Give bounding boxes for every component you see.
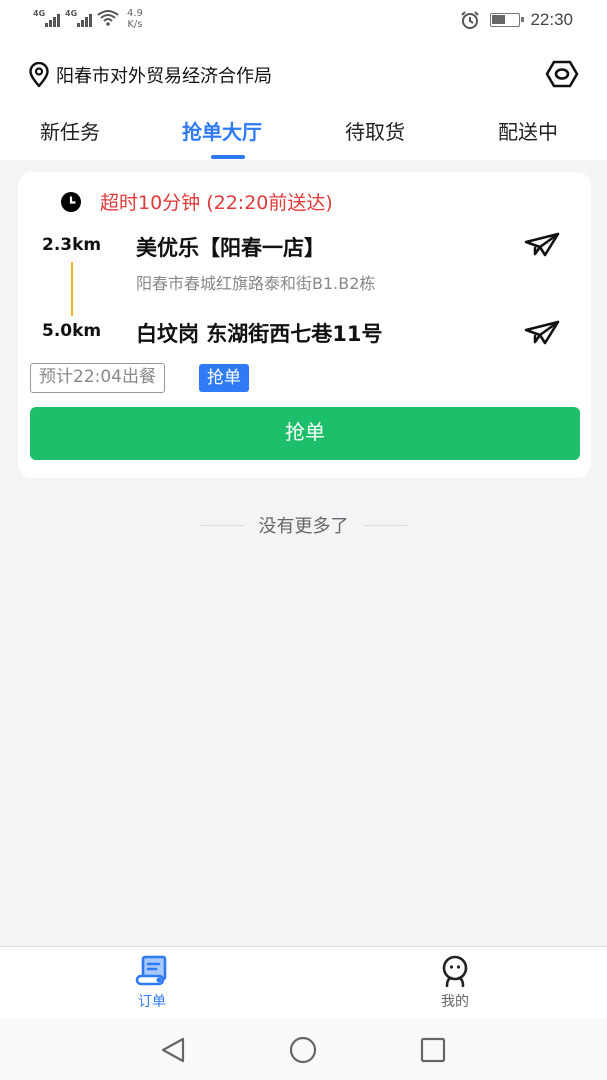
grab-order-tag: 抢单: [199, 364, 249, 392]
nav-profile[interactable]: 我的: [415, 955, 495, 1011]
wifi-icon: [97, 10, 119, 26]
nav-orders[interactable]: 订单: [112, 955, 192, 1011]
status-right: 22:30: [460, 10, 573, 30]
system-navigation-bar: [0, 1018, 607, 1080]
clock: 22:30: [530, 10, 573, 29]
signal-sim2-icon: 4G: [65, 9, 93, 27]
app-header: 阳春市对外贸易经济合作局 新任务 抢单大厅 待取货 配送中: [0, 44, 607, 160]
order-tabs: 新任务 抢单大厅 待取货 配送中: [0, 106, 607, 159]
signal-sim1-icon: 4G: [33, 9, 61, 27]
speed-unit: K/s: [127, 19, 143, 30]
status-bar: 4G 4G 4.9 K/s 22:30: [0, 0, 607, 44]
pickup-distance: 2.3km: [42, 235, 102, 255]
network-type-label: 4G: [33, 9, 46, 18]
battery-fill: [492, 15, 506, 24]
order-scroll-icon: [135, 955, 167, 986]
battery-icon: [490, 13, 525, 27]
clock-icon: [61, 191, 81, 212]
current-location[interactable]: 阳春市对外贸易经济合作局: [28, 62, 272, 88]
nav-orders-label: 订单: [138, 994, 166, 1010]
pickup-address: 阳春市春城红旗路泰和街B1.B2栋: [136, 274, 376, 293]
speed-value: 4.9: [127, 8, 143, 19]
profile-face-icon: [442, 955, 468, 987]
network-type-label: 4G: [65, 9, 78, 18]
eye-icon[interactable]: [545, 58, 579, 90]
network-speed: 4.9 K/s: [127, 8, 143, 30]
divider-line: [200, 524, 245, 526]
dropoff-address: 白坟岗 东湖街西七巷11号: [136, 322, 383, 346]
nav-profile-label: 我的: [441, 994, 469, 1010]
no-more-text: 没有更多了: [258, 516, 349, 537]
meal-ready-eta-tag: 预计22:04出餐: [30, 363, 165, 393]
tab-pending-pickup[interactable]: 待取货: [345, 116, 405, 145]
recent-apps-icon[interactable]: [418, 1035, 448, 1065]
deadline-text: 超时10分钟 (22:20前送达): [100, 192, 333, 214]
alarm-icon: [461, 11, 480, 29]
deadline-row: 超时10分钟 (22:20前送达): [60, 188, 333, 215]
map-pin-icon: [29, 62, 49, 88]
tab-new-tasks[interactable]: 新任务: [40, 116, 100, 145]
route-line: [71, 262, 73, 316]
pickup-store-name: 美优乐【阳春一店】: [136, 236, 325, 260]
location-text: 阳春市对外贸易经济合作局: [56, 66, 272, 87]
active-tab-indicator: [211, 155, 245, 159]
dropoff-distance: 5.0km: [42, 321, 102, 341]
navigate-dropoff-icon[interactable]: [523, 318, 561, 348]
tab-delivering[interactable]: 配送中: [498, 116, 558, 145]
bottom-navigation: 订单 我的: [0, 946, 607, 1018]
tab-order-hall[interactable]: 抢单大厅: [182, 116, 262, 145]
divider-line: [362, 524, 407, 526]
back-icon[interactable]: [158, 1035, 188, 1065]
grab-order-button[interactable]: 抢单: [30, 407, 580, 460]
navigate-pickup-icon[interactable]: [523, 230, 561, 260]
order-card[interactable]: 超时10分钟 (22:20前送达) 2.3km 5.0km 美优乐【阳春一店】 …: [18, 172, 591, 478]
status-left: 4G 4G 4.9 K/s: [33, 8, 143, 30]
list-end-indicator: 没有更多了: [0, 512, 607, 538]
home-icon[interactable]: [288, 1035, 318, 1065]
